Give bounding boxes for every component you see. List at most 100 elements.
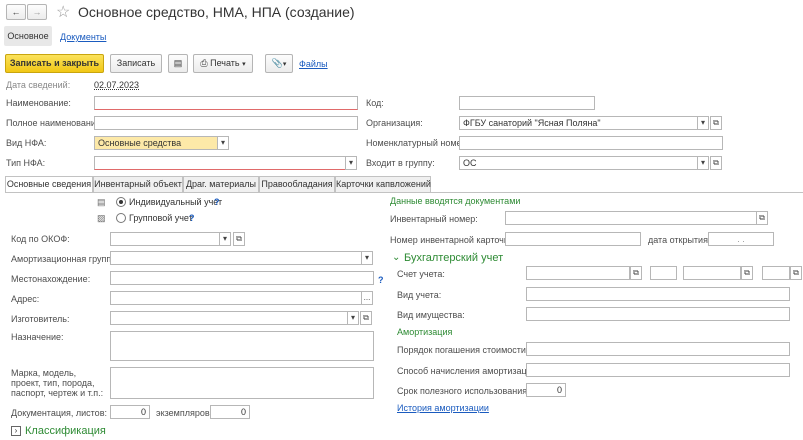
maker-label: Изготовитель: bbox=[11, 314, 70, 324]
chevron-down-icon: ▾ bbox=[364, 253, 369, 262]
inv-number-input[interactable] bbox=[505, 211, 757, 225]
chevron-down-icon: ▾ bbox=[350, 313, 355, 322]
open-date-input[interactable]: . . bbox=[708, 232, 774, 246]
group-icon: ▨ bbox=[97, 213, 106, 223]
group-help[interactable]: ? bbox=[189, 213, 195, 223]
files-link[interactable]: Файлы bbox=[299, 59, 328, 69]
accounting-title[interactable]: Бухгалтерский учет bbox=[404, 252, 503, 264]
individual-label[interactable]: Индивидуальный учет bbox=[129, 197, 222, 207]
forward-button[interactable]: → bbox=[27, 4, 47, 20]
back-button[interactable]: ← bbox=[6, 4, 26, 20]
nomenclature-label: Номенклатурный номер: bbox=[366, 138, 470, 148]
purpose-textarea[interactable] bbox=[110, 331, 374, 361]
organization-dropdown[interactable]: ▾ bbox=[697, 116, 709, 130]
tab-divider bbox=[5, 192, 803, 193]
group-radio[interactable] bbox=[116, 213, 126, 223]
account-open[interactable]: ⧉ bbox=[630, 266, 642, 280]
account-subconto-2[interactable] bbox=[683, 266, 741, 280]
amort-group-dropdown[interactable]: ▾ bbox=[361, 251, 373, 265]
classification-title[interactable]: Классификация bbox=[25, 425, 106, 437]
save-button[interactable]: Записать bbox=[110, 54, 162, 73]
account-subconto-1[interactable] bbox=[650, 266, 677, 280]
tab-main-info[interactable]: Основные сведения bbox=[5, 176, 93, 193]
location-help[interactable]: ? bbox=[378, 275, 384, 285]
acc-kind-input[interactable] bbox=[526, 287, 790, 301]
useful-life-input[interactable]: 0 bbox=[526, 383, 566, 397]
tab-capital-cards[interactable]: Карточки капвложений bbox=[335, 176, 431, 192]
acc-kind-label: Вид учета: bbox=[397, 290, 442, 300]
document-icon: ▤ bbox=[173, 58, 183, 68]
location-label: Местонахождение: bbox=[11, 274, 91, 284]
repay-input[interactable] bbox=[526, 342, 790, 356]
report-button[interactable]: ▤ bbox=[168, 54, 188, 73]
nfa-type-dropdown[interactable]: ▾ bbox=[345, 156, 357, 170]
property-kind-input[interactable] bbox=[526, 307, 790, 321]
code-input[interactable] bbox=[459, 96, 595, 110]
open-icon: ⧉ bbox=[759, 213, 765, 222]
organization-open[interactable]: ⧉ bbox=[710, 116, 722, 130]
data-notice: Данные вводятся документами bbox=[390, 196, 521, 206]
save-and-close-button[interactable]: Записать и закрыть bbox=[5, 54, 104, 73]
account-subconto-3-open[interactable]: ⧉ bbox=[790, 266, 802, 280]
account-subconto-2-open[interactable]: ⧉ bbox=[741, 266, 753, 280]
docs-label: Документация, листов: bbox=[11, 408, 107, 418]
classification-toggle[interactable]: › bbox=[11, 426, 21, 436]
amort-history-link[interactable]: История амортизации bbox=[397, 403, 489, 413]
brand-textarea[interactable] bbox=[110, 367, 374, 399]
account-input[interactable] bbox=[526, 266, 630, 280]
star-icon[interactable]: ☆ bbox=[56, 2, 70, 22]
group-select[interactable]: ОС bbox=[459, 156, 698, 170]
inv-card-input[interactable] bbox=[505, 232, 641, 246]
chevron-down-icon: ▾ bbox=[220, 138, 225, 147]
address-more[interactable]: ... bbox=[361, 291, 373, 305]
nav-tab-main[interactable]: Основное bbox=[4, 26, 52, 46]
tab-rights[interactable]: Правообладания bbox=[259, 176, 335, 192]
okof-open[interactable]: ⧉ bbox=[233, 232, 245, 246]
account-subconto-3[interactable] bbox=[762, 266, 790, 280]
calc-method-input[interactable] bbox=[526, 363, 790, 377]
name-input[interactable] bbox=[94, 96, 358, 110]
arrow-right-icon: → bbox=[32, 7, 42, 17]
inv-card-label: Номер инвентарной карточки: bbox=[390, 235, 516, 245]
okof-input[interactable] bbox=[110, 232, 220, 246]
date-value[interactable]: 02.07.2023 bbox=[94, 80, 139, 90]
organization-select[interactable]: ФГБУ санаторий "Ясная Поляна" bbox=[459, 116, 698, 130]
tab-inventory-object[interactable]: Инвентарный объект bbox=[93, 176, 183, 192]
docs-sheets-input[interactable]: 0 bbox=[110, 405, 150, 419]
group-open[interactable]: ⧉ bbox=[710, 156, 722, 170]
nfa-type-select[interactable] bbox=[94, 156, 346, 170]
maker-select[interactable] bbox=[110, 311, 348, 325]
print-button[interactable]: ⎙ Печать ▾ bbox=[193, 54, 253, 73]
chevron-down-icon: ▾ bbox=[222, 234, 227, 243]
okof-dropdown[interactable]: ▾ bbox=[219, 232, 231, 246]
amort-group-select[interactable] bbox=[110, 251, 362, 265]
open-date-label: дата открытия: bbox=[648, 235, 711, 245]
location-input[interactable] bbox=[110, 271, 374, 285]
full-name-label: Полное наименование: bbox=[6, 118, 104, 128]
accounting-chevron-icon[interactable]: ⌄ bbox=[392, 252, 400, 263]
maker-dropdown[interactable]: ▾ bbox=[347, 311, 359, 325]
chevron-down-icon: ▾ bbox=[282, 61, 287, 68]
address-input[interactable] bbox=[110, 291, 362, 305]
group-accounting-label[interactable]: Групповой учет bbox=[129, 213, 193, 223]
copies-label: экземпляров: bbox=[156, 408, 213, 418]
individual-radio[interactable] bbox=[116, 197, 126, 207]
copies-input[interactable]: 0 bbox=[210, 405, 250, 419]
attach-button[interactable]: 📎▾ bbox=[265, 54, 293, 73]
ellipsis-icon: ... bbox=[363, 293, 371, 302]
open-icon: ⧉ bbox=[713, 118, 719, 127]
nfa-kind-dropdown[interactable]: ▾ bbox=[217, 136, 229, 150]
window-title: Основное средство, НМА, НПА (создание) bbox=[78, 4, 355, 20]
group-dropdown[interactable]: ▾ bbox=[697, 156, 709, 170]
arrow-left-icon: ← bbox=[11, 7, 21, 17]
nomenclature-input[interactable] bbox=[459, 136, 723, 150]
nfa-kind-select[interactable]: Основные средства bbox=[94, 136, 218, 150]
nav-tab-documents[interactable]: Документы bbox=[60, 32, 106, 42]
full-name-input[interactable] bbox=[94, 116, 358, 130]
organization-label: Организация: bbox=[366, 118, 423, 128]
individual-help[interactable]: ? bbox=[214, 197, 220, 207]
tab-precious-materials[interactable]: Драг. материалы bbox=[183, 176, 259, 192]
printer-icon: ⎙ bbox=[200, 58, 208, 68]
maker-open[interactable]: ⧉ bbox=[360, 311, 372, 325]
inv-number-open[interactable]: ⧉ bbox=[756, 211, 768, 225]
